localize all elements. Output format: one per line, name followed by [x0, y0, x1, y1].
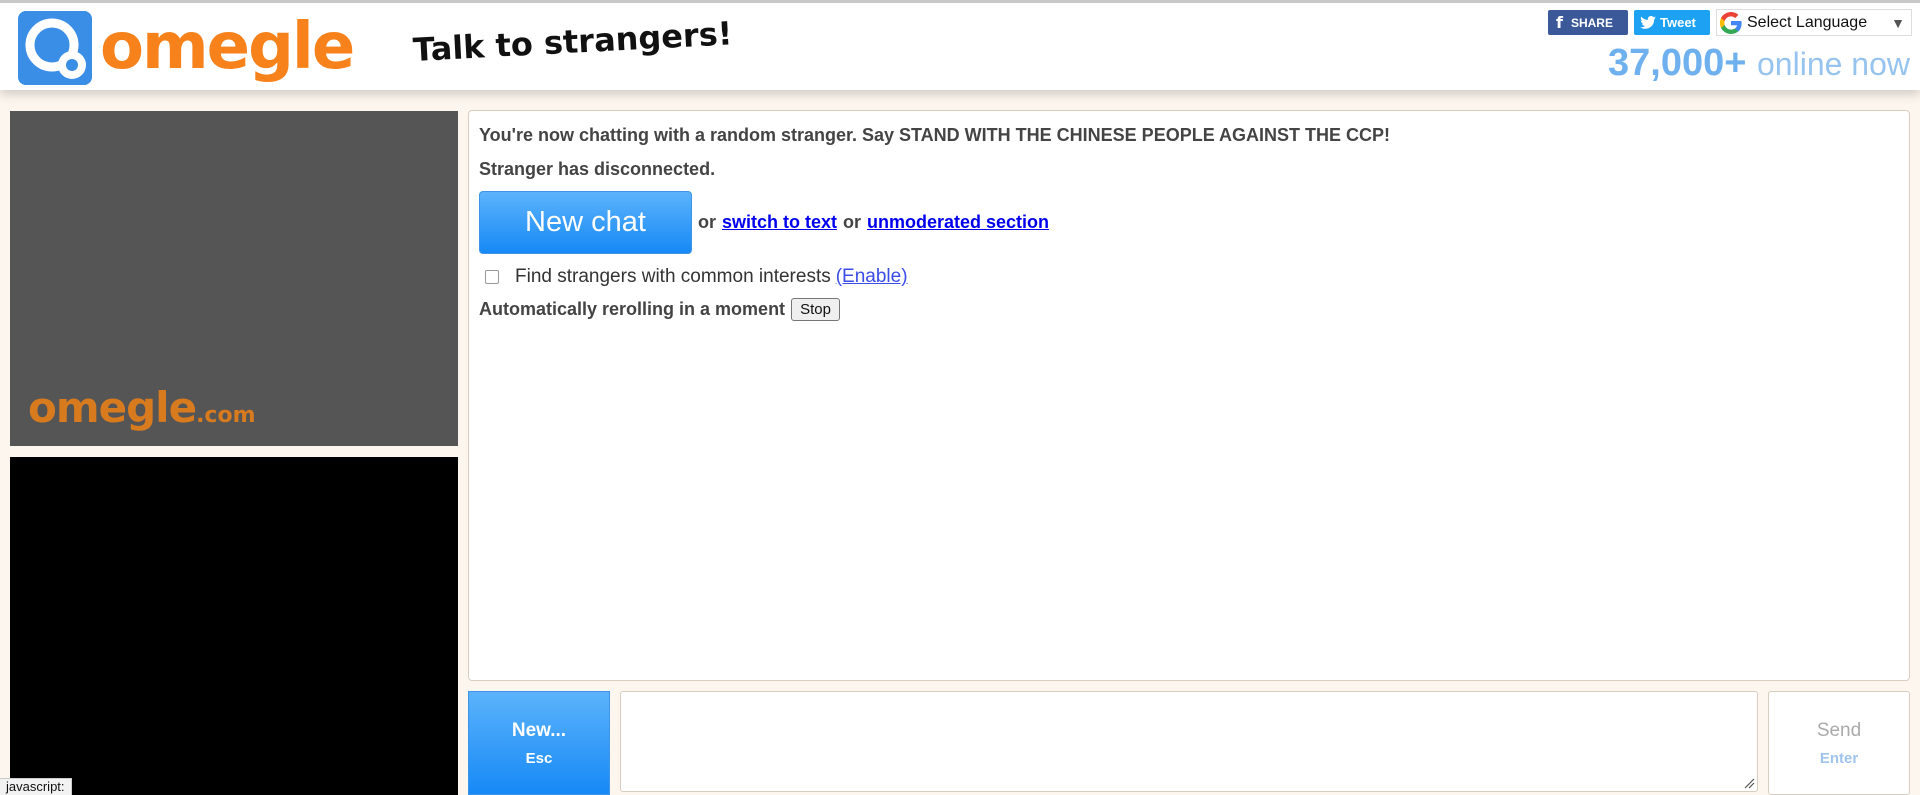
tweet-button[interactable]: Tweet — [1634, 10, 1710, 35]
site-header: omegle Talk to strangers! f SHARE Tweet … — [0, 0, 1920, 90]
chat-intro-message: You're now chatting with a random strang… — [479, 125, 1391, 145]
enable-interests-link[interactable]: (Enable) — [836, 266, 908, 288]
unmoderated-section-link[interactable]: unmoderated section — [867, 212, 1049, 233]
online-counter: 37,000+ online now — [1608, 39, 1910, 88]
new-button-key-hint: Esc — [525, 749, 553, 767]
omegle-logo-icon — [18, 11, 92, 85]
reroll-row: Automatically rerolling in a moment Stop — [479, 298, 1899, 321]
stop-button[interactable]: Stop — [791, 298, 840, 321]
google-g-icon — [1719, 11, 1742, 34]
chat-log: You're now chatting with a random strang… — [468, 110, 1910, 681]
interests-checkbox[interactable] — [485, 270, 499, 284]
share-label: SHARE — [1570, 15, 1613, 30]
tweet-label: Tweet — [1660, 15, 1696, 30]
interests-label: Find strangers with common interests — [515, 266, 831, 287]
omegle-logo[interactable]: omegle — [18, 10, 355, 85]
send-button[interactable]: Send Enter — [1768, 691, 1910, 795]
self-video — [10, 457, 458, 795]
language-select-label: Select Language — [1747, 13, 1868, 31]
logo-wordmark: omegle — [100, 10, 355, 84]
or-text: or — [843, 212, 862, 232]
facebook-icon: f — [1556, 13, 1563, 32]
reroll-text: Automatically rerolling in a moment — [479, 299, 786, 319]
new-button-label: New... — [511, 719, 567, 741]
switch-to-text-link[interactable]: switch to text — [722, 212, 837, 233]
dropdown-arrow-icon: ▼ — [1891, 14, 1905, 31]
send-button-label: Send — [1816, 719, 1862, 741]
online-label: online now — [1757, 46, 1910, 82]
watermark-suffix: .com — [196, 403, 256, 428]
chat-disconnect-message: Stranger has disconnected. — [479, 159, 716, 179]
or-text: or — [698, 212, 716, 232]
interests-row: Find strangers with common interests (En… — [479, 266, 1899, 288]
message-input[interactable] — [620, 691, 1758, 792]
tagline: Talk to strangers! — [412, 14, 734, 69]
new-disconnect-button[interactable]: New... Esc — [468, 691, 610, 795]
stranger-video: omegle.com — [10, 111, 458, 446]
language-select[interactable]: Select Language ▼ — [1716, 9, 1912, 36]
online-count: 37,000+ — [1608, 42, 1747, 84]
chat-action-row: New chat or switch to text or unmoderate… — [479, 191, 1899, 254]
new-chat-button[interactable]: New chat — [479, 191, 692, 254]
facebook-share-button[interactable]: f SHARE — [1548, 10, 1628, 35]
status-bar-tooltip: javascript: — [0, 778, 72, 795]
send-button-key-hint: Enter — [1819, 749, 1859, 767]
resize-grip-icon[interactable] — [1743, 777, 1755, 789]
video-watermark: omegle.com — [28, 383, 256, 432]
watermark-main: omegle — [28, 383, 197, 432]
twitter-bird-icon — [1640, 16, 1656, 29]
